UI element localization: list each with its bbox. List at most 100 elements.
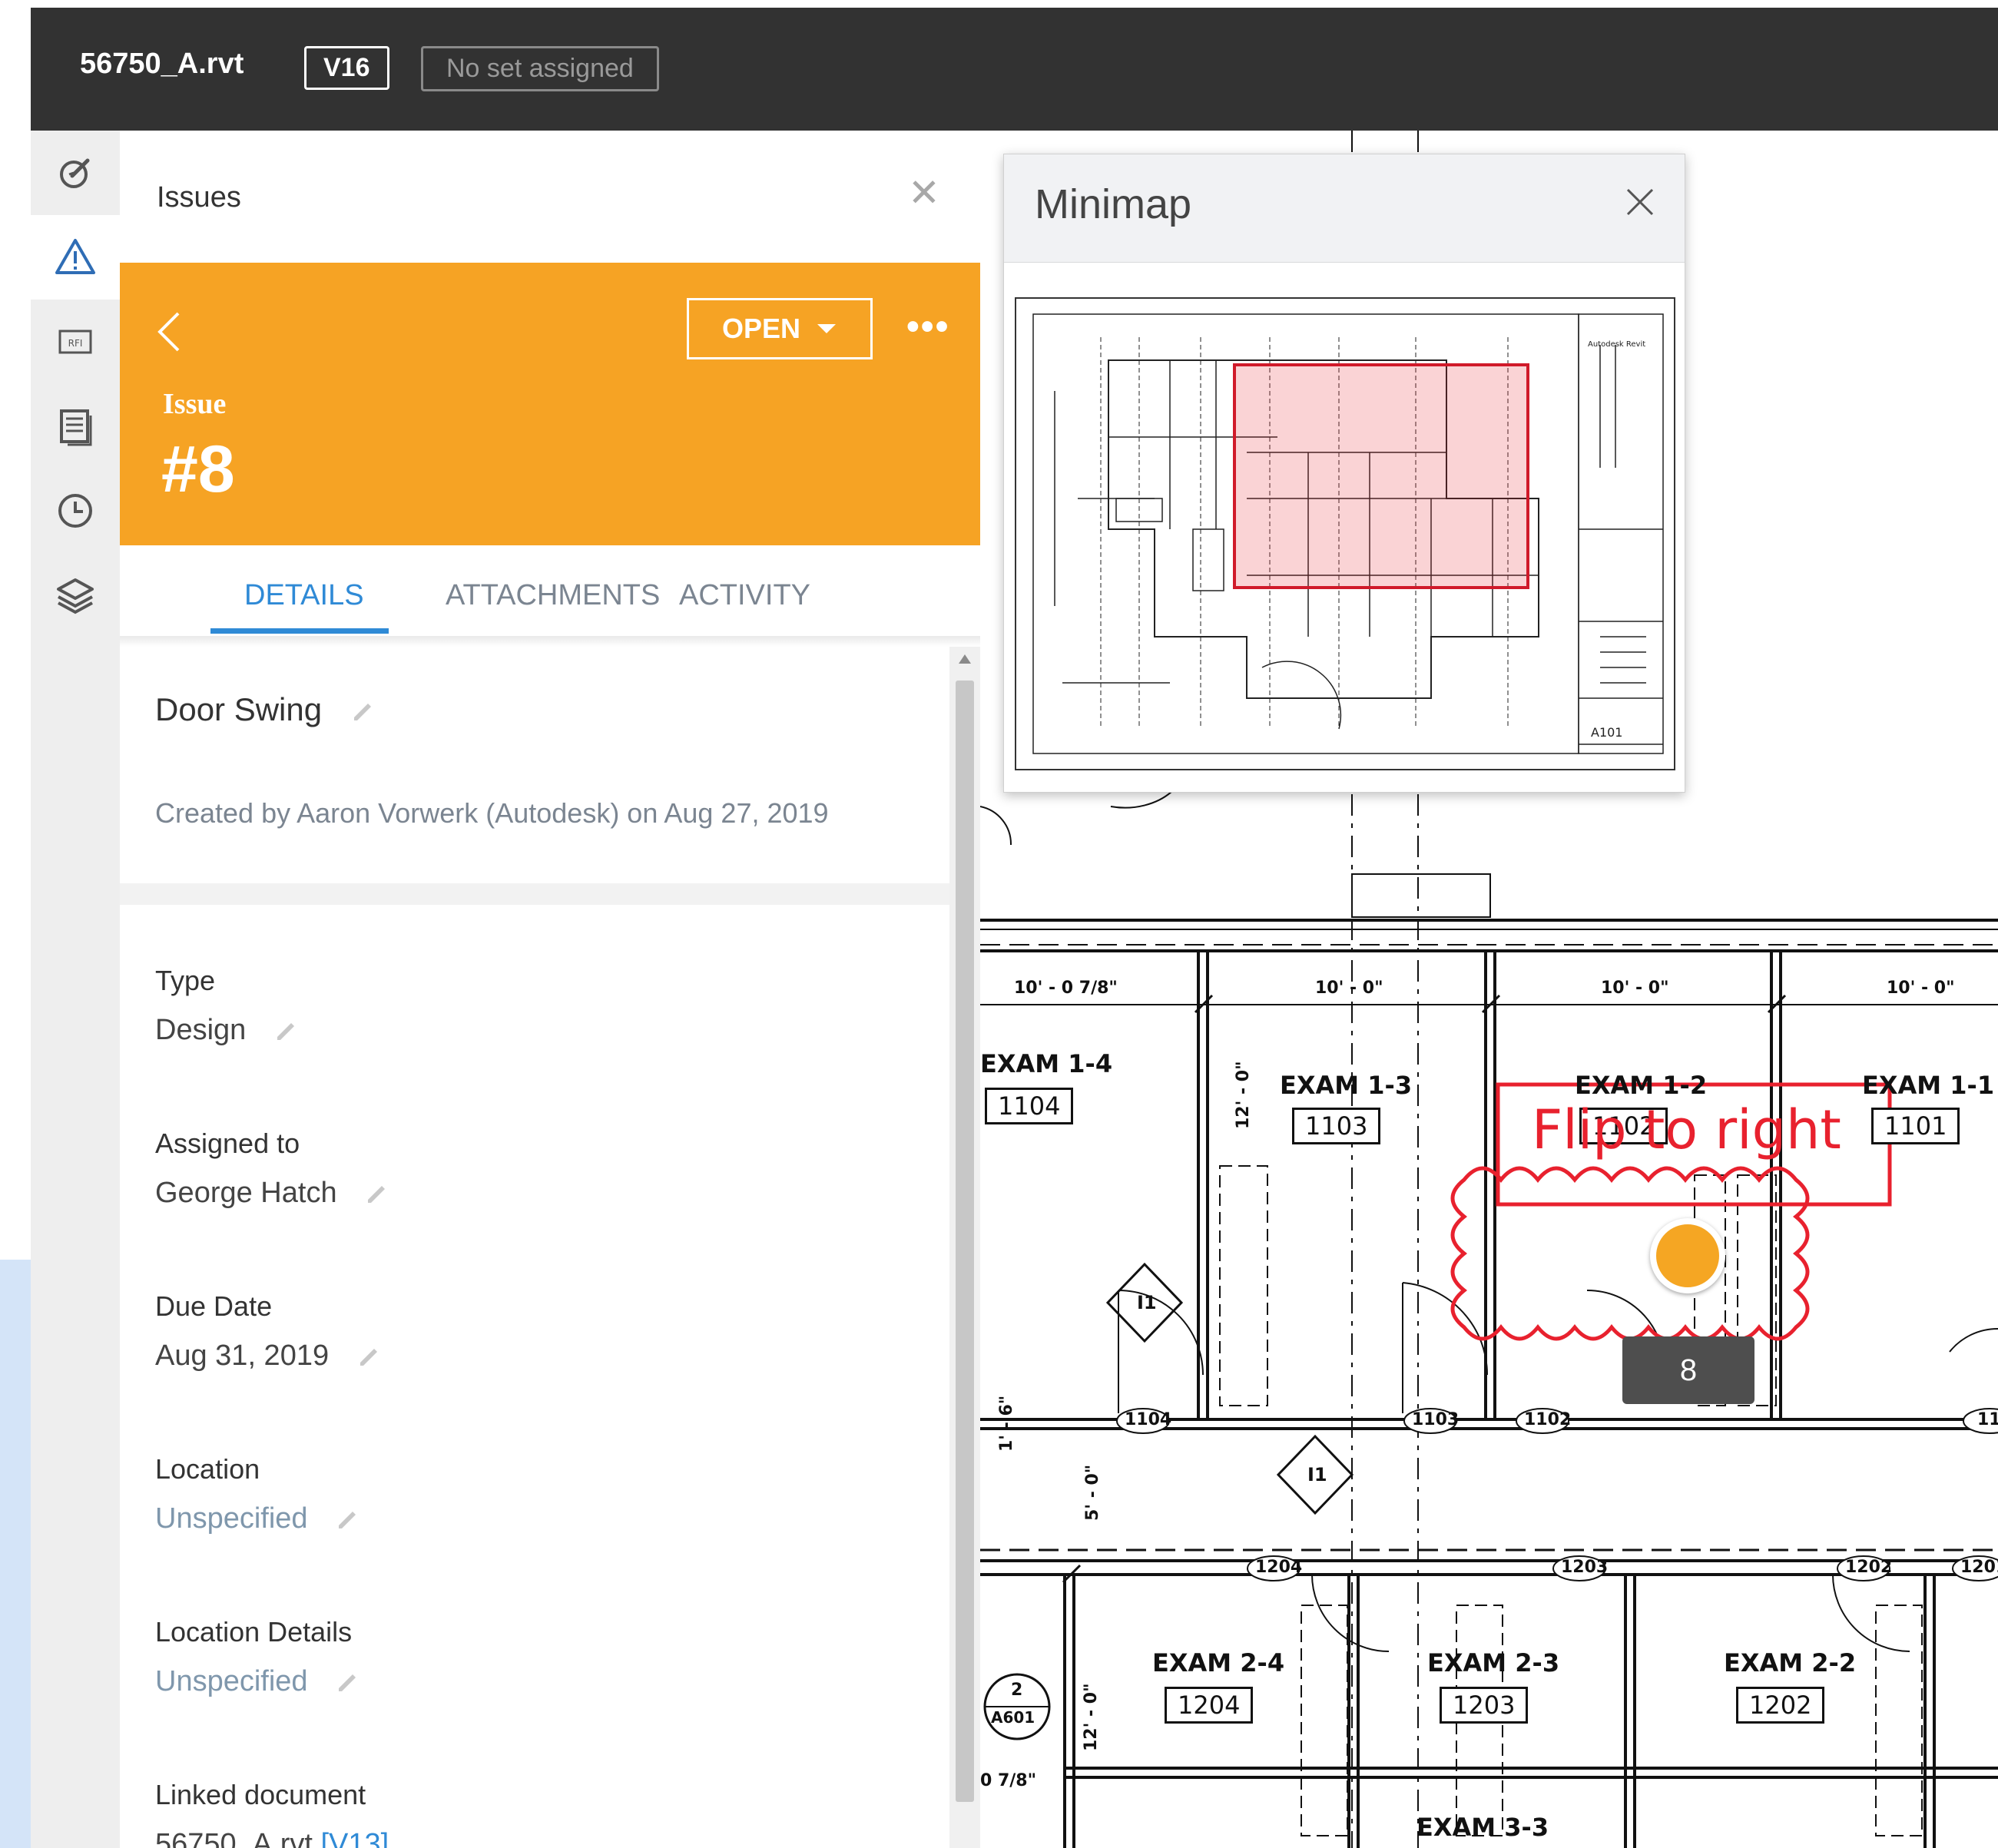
close-panel-button[interactable]: ✕ xyxy=(908,171,940,215)
rfi-tool-button[interactable]: RFI xyxy=(31,300,120,384)
tab-attachments[interactable]: ATTACHMENTS xyxy=(446,579,660,612)
field-label-due-date: Due Date xyxy=(155,1290,273,1322)
markup-text-annotation[interactable]: Flip to right xyxy=(1532,1098,1841,1161)
type-value: Design xyxy=(155,1014,247,1046)
chevron-left-icon xyxy=(157,312,180,352)
edit-pencil-icon[interactable] xyxy=(274,1020,297,1043)
panel-scrollbar[interactable] xyxy=(949,647,980,1848)
status-value: OPEN xyxy=(721,313,801,344)
issue-number: #8 xyxy=(161,432,235,506)
field-value-location-details[interactable]: Unspecified xyxy=(155,1665,359,1698)
field-label-linked-document: Linked document xyxy=(155,1779,366,1810)
field-label-location: Location xyxy=(155,1453,260,1485)
close-icon xyxy=(1626,188,1654,216)
more-options-button[interactable]: ••• xyxy=(906,306,949,348)
panel-title: Issues xyxy=(157,181,241,214)
room-name: EXAM 3-3 xyxy=(1416,1813,1549,1842)
scroll-up-arrow[interactable] xyxy=(959,654,971,664)
grid-tag: I1 xyxy=(1137,1292,1157,1313)
rfi-icon: RFI xyxy=(58,330,92,354)
issue-header: OPEN ••• Issue #8 xyxy=(120,263,980,545)
active-tab-indicator xyxy=(210,628,389,634)
linked-document-name: 56750_A.rvt xyxy=(155,1828,313,1848)
rfi-glyph: RFI xyxy=(68,338,83,349)
edit-pencil-icon[interactable] xyxy=(365,1183,388,1206)
markup-icon xyxy=(60,158,90,188)
minimap-close-button[interactable] xyxy=(1623,185,1657,223)
issue-title-row[interactable]: Door Swing xyxy=(155,691,374,728)
history-tool-button[interactable] xyxy=(31,469,120,553)
minimap-sheet-header: Autodesk Revit xyxy=(1588,340,1645,349)
set-assignment-button[interactable]: No set assigned xyxy=(421,46,659,91)
room-number: 1104 xyxy=(985,1088,1074,1124)
minimap-header: Minimap xyxy=(1004,154,1685,263)
field-value-due-date[interactable]: Aug 31, 2019 xyxy=(155,1340,380,1373)
dimension-text: 1' - 6" xyxy=(997,1395,1016,1452)
dimension-text: 10' - 0" xyxy=(1601,979,1669,998)
edit-pencil-icon[interactable] xyxy=(351,700,374,724)
room-number: 1202 xyxy=(1736,1687,1825,1724)
section-divider xyxy=(120,883,949,905)
issues-warning-icon xyxy=(55,239,95,274)
room-number: 1203 xyxy=(1440,1687,1529,1724)
room-name: EXAM 2-4 xyxy=(1152,1648,1285,1677)
tab-divider xyxy=(120,636,980,647)
field-label-location-details: Location Details xyxy=(155,1616,353,1648)
room-name: EXAM 1-1 xyxy=(1862,1071,1995,1100)
grid-tag: I1 xyxy=(1307,1464,1327,1485)
dimension-text: 12' - 0" xyxy=(1234,1061,1253,1129)
tab-activity[interactable]: ACTIVITY xyxy=(679,579,810,612)
room-name: EXAM 2-2 xyxy=(1724,1648,1857,1677)
history-clock-icon xyxy=(58,494,92,528)
minimap-window: Minimap A101 Autodesk Revit xyxy=(1003,154,1685,793)
status-dropdown[interactable]: OPEN xyxy=(687,298,873,359)
issue-pin[interactable] xyxy=(1650,1218,1725,1293)
assigned-value: George Hatch xyxy=(155,1177,337,1209)
issues-panel-header: Issues ✕ xyxy=(120,131,980,263)
scrollbar-thumb[interactable] xyxy=(956,681,974,1802)
door-tag: 1202 xyxy=(1845,1558,1893,1577)
caret-down-icon xyxy=(817,324,837,333)
back-button[interactable] xyxy=(154,309,184,359)
markup-tool-button[interactable] xyxy=(31,131,120,215)
room-name: EXAM 1-4 xyxy=(980,1049,1113,1078)
field-value-assigned[interactable]: George Hatch xyxy=(155,1177,388,1210)
issue-tabs: DETAILS ATTACHMENTS ACTIVITY xyxy=(120,545,980,638)
layers-tool-button[interactable] xyxy=(31,553,120,638)
file-name: 56750_A.rvt xyxy=(80,48,244,80)
close-icon: ✕ xyxy=(908,171,940,214)
viewer-top-bar: 56750_A.rvt V16 No set assigned xyxy=(31,8,1998,131)
issue-type-label: Issue xyxy=(163,388,227,420)
tool-rail: RFI xyxy=(31,131,121,1848)
edit-pencil-icon[interactable] xyxy=(336,1671,359,1694)
edit-pencil-icon[interactable] xyxy=(336,1509,359,1532)
door-tag: 1104 xyxy=(1125,1410,1172,1429)
field-label-assigned: Assigned to xyxy=(155,1128,300,1159)
linked-document-version-link[interactable]: [V13] xyxy=(320,1828,389,1848)
edit-pencil-icon[interactable] xyxy=(357,1346,380,1369)
field-value-type[interactable]: Design xyxy=(155,1014,297,1047)
door-tag: 1102 xyxy=(1524,1410,1572,1429)
desktop-strip-highlight xyxy=(0,1260,31,1848)
field-label-type: Type xyxy=(155,965,216,996)
room-number: 1101 xyxy=(1871,1108,1960,1144)
version-badge[interactable]: V16 xyxy=(304,46,389,90)
minimap-title: Minimap xyxy=(1035,181,1192,227)
minimap-sheet[interactable]: A101 Autodesk Revit xyxy=(1015,297,1675,770)
section-tag-number: 2 xyxy=(1011,1681,1023,1700)
due-date-value: Aug 31, 2019 xyxy=(155,1340,330,1372)
issue-pin-label[interactable]: 8 xyxy=(1622,1336,1754,1404)
door-tag: 1103 xyxy=(1412,1410,1460,1429)
minimap-sheet-number: A101 xyxy=(1591,725,1622,740)
tab-details[interactable]: DETAILS xyxy=(244,579,364,612)
field-value-location[interactable]: Unspecified xyxy=(155,1502,359,1535)
room-number: 1204 xyxy=(1165,1687,1254,1724)
location-details-value: Unspecified xyxy=(155,1665,308,1697)
issues-tool-button[interactable] xyxy=(31,215,120,300)
section-tag-sheet: A601 xyxy=(991,1708,1035,1727)
door-tag: 11 xyxy=(1977,1410,1998,1429)
sheets-tool-button[interactable] xyxy=(31,384,120,469)
dimension-text: 10' - 0" xyxy=(1887,979,1955,998)
field-value-linked-document[interactable]: 56750_A.rvt [V13] xyxy=(155,1828,389,1848)
dimension-text: 10' - 0" xyxy=(1315,979,1383,998)
